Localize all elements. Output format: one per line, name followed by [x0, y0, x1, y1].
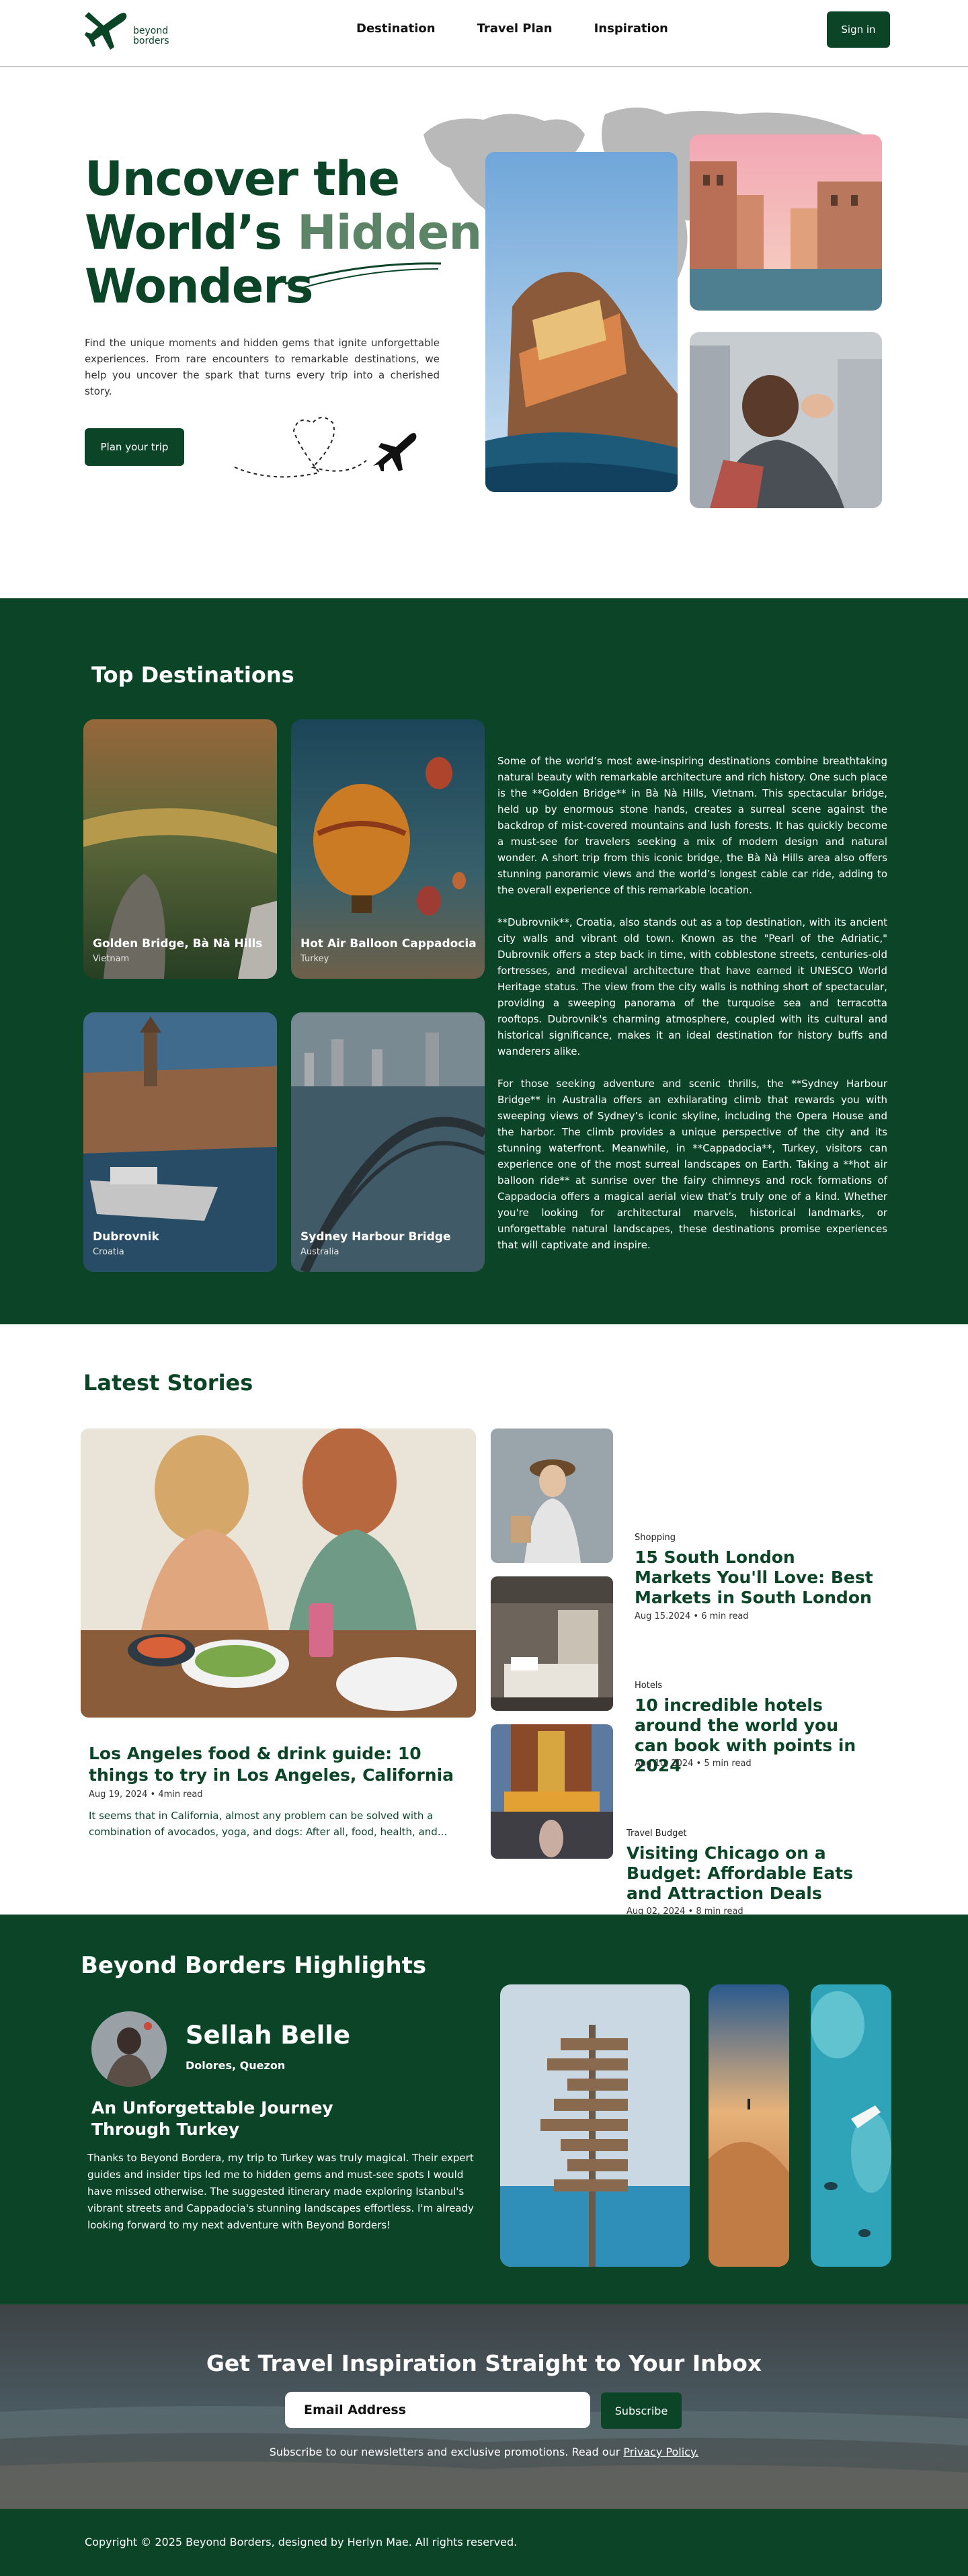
cinque-terre-photo [485, 152, 678, 492]
plane-icon [373, 433, 417, 471]
signpost-photo [500, 1984, 690, 2267]
newsletter-title: Get Travel Inspiration Straight to Your … [206, 2350, 762, 2376]
featured-story-image[interactable] [81, 1428, 476, 1718]
heart-path-icon [234, 417, 417, 478]
hero-title-worlds: World’s [85, 205, 282, 260]
story-category: Travel Budget [627, 1828, 687, 1839]
destination-name: Sydney Harbour Bridge [300, 1230, 451, 1244]
article-paragraph: For those seeking adventure and scenic t… [497, 1078, 887, 1251]
newsletter-section: Get Travel Inspiration Straight to Your … [0, 2304, 968, 2509]
privacy-policy-link[interactable]: Privacy Policy. [623, 2446, 698, 2458]
logo-line2: borders [133, 36, 169, 46]
site-header: beyond borders Destination Travel Plan I… [0, 0, 968, 67]
hero-description: Find the unique moments and hidden gems … [85, 337, 440, 397]
destination-country: Turkey [300, 954, 329, 964]
logo-text: beyond borders [133, 26, 169, 46]
featured-story-excerpt: It seems that in California, almost any … [89, 1810, 448, 1838]
hero-title-line2: World’s Hidden [85, 205, 482, 260]
nav-inspiration[interactable]: Inspiration [594, 22, 668, 36]
ocean-boat-photo [811, 1984, 891, 2267]
testimonial-headline: An Unforgettable Journey Through Turkey [91, 2098, 333, 2139]
plan-trip-button[interactable]: Plan your trip [85, 428, 184, 466]
story-title[interactable]: Visiting Chicago on a Budget: Affordable… [627, 1843, 869, 1904]
destination-card-sydney[interactable]: Sydney Harbour Bridge Australia [291, 1012, 485, 1272]
story-image-hotels[interactable] [491, 1576, 613, 1711]
article-paragraph: Some of the world’s most awe-inspiring d… [497, 755, 887, 896]
hero-title-line1: Uncover the [85, 151, 400, 206]
destination-name: Dubrovnik [93, 1230, 159, 1244]
story-meta: Aug 15.2024 • 6 min read [635, 1611, 749, 1621]
destinations-article: Some of the world’s most awe-inspiring d… [497, 753, 887, 1269]
logo[interactable]: beyond borders [83, 8, 169, 52]
plane-logo-icon [85, 12, 127, 50]
newsletter-note: Subscribe to our newsletters and exclusi… [0, 2446, 968, 2458]
latest-stories-section: Latest Stories Los Angeles food & drink … [0, 1324, 968, 1917]
swoosh-decoration [284, 262, 442, 288]
destination-name: Golden Bridge, Bà Nà Hills [93, 937, 263, 951]
highlights-title: Beyond Borders Highlights [81, 1952, 427, 1979]
top-destinations-section: Top Destinations Golden Bridge, Bà Nà Hi… [0, 598, 968, 1324]
subscribe-button[interactable]: Subscribe [601, 2392, 682, 2429]
featured-story-title[interactable]: Los Angeles food & drink guide: 10 thing… [89, 1743, 477, 1786]
story-category: Shopping [635, 1533, 676, 1543]
email-input[interactable] [285, 2392, 590, 2428]
featured-story-meta: Aug 19, 2024 • 4min read [89, 1789, 203, 1800]
destination-name: Hot Air Balloon Cappadocia [300, 937, 477, 951]
nav-destination[interactable]: Destination [356, 22, 436, 36]
story-category: Hotels [635, 1681, 663, 1691]
destination-card-cappadocia[interactable]: Hot Air Balloon Cappadocia Turkey [291, 719, 485, 979]
top-destinations-title: Top Destinations [91, 662, 294, 688]
article-paragraph: **Dubrovnik**, Croatia, also stands out … [497, 916, 887, 1057]
logo-line1: beyond [133, 26, 169, 36]
site-footer: Copyright © 2025 Beyond Borders, designe… [0, 2509, 968, 2576]
hero-title-hidden: Hidden [297, 205, 482, 260]
reviewer-name: Sellah Belle [186, 2021, 351, 2050]
story-image-chicago[interactable] [491, 1724, 613, 1859]
latest-stories-title: Latest Stories [83, 1370, 253, 1396]
hero-section: Uncover the World’s Hidden Wonders Find … [0, 67, 968, 598]
story-meta: Aug 10, 2024 • 5 min read [635, 1759, 752, 1769]
venice-photo [690, 134, 882, 311]
destination-country: Croatia [93, 1247, 124, 1257]
avatar [91, 2011, 167, 2087]
copyright-text: Copyright © 2025 Beyond Borders, designe… [85, 2536, 518, 2548]
story-image-shopping[interactable] [491, 1428, 613, 1563]
highlights-section: Beyond Borders Highlights Sellah Belle D… [0, 1915, 968, 2304]
newsletter-note-text: Subscribe to our newsletters and exclusi… [269, 2446, 620, 2458]
destination-card-golden-bridge[interactable]: Golden Bridge, Bà Nà Hills Vietnam [83, 719, 277, 979]
story-title[interactable]: 15 South London Markets You'll Love: Bes… [635, 1547, 877, 1608]
sign-in-button[interactable]: Sign in [827, 11, 890, 48]
destination-country: Australia [300, 1247, 339, 1257]
photographer-photo [690, 332, 882, 508]
main-nav: Destination Travel Plan Inspiration [356, 22, 668, 36]
reviewer-location: Dolores, Quezon [186, 2059, 286, 2072]
destination-country: Vietnam [93, 954, 130, 964]
nav-travel-plan[interactable]: Travel Plan [477, 22, 553, 36]
testimonial-quote: Thanks to Beyond Bordera, my trip to Tur… [87, 2152, 474, 2231]
desert-photo [709, 1984, 789, 2267]
destination-card-dubrovnik[interactable]: Dubrovnik Croatia [83, 1012, 277, 1272]
